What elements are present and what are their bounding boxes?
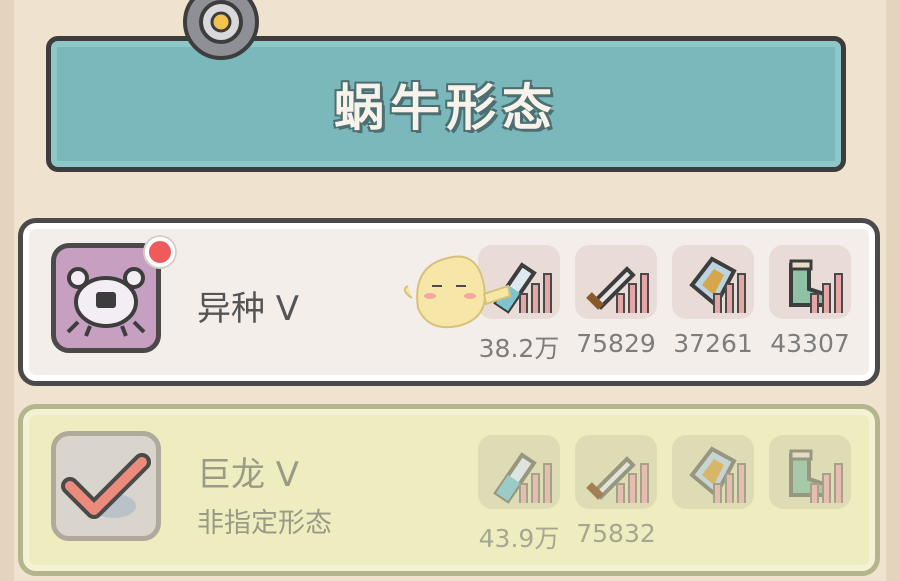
- stat-boot[interactable]: 43307: [769, 245, 851, 358]
- stat-shield[interactable]: [672, 435, 754, 519]
- form-avatar: [51, 431, 161, 541]
- stat-value: 43.9万: [478, 524, 560, 553]
- right-edge: [886, 0, 900, 581]
- stat-value: 75832: [576, 519, 656, 548]
- page-title: 蜗牛形态: [334, 79, 558, 137]
- mascot-sticker-icon: [403, 255, 512, 329]
- stat-attack-potion[interactable]: 43.9万: [478, 435, 560, 555]
- stat-sword[interactable]: 75832: [575, 435, 657, 548]
- stat-value: 75829: [576, 329, 656, 358]
- form-card-dragon[interactable]: 巨龙 V 非指定形态 43.9万 75832: [18, 404, 880, 576]
- left-edge: [0, 0, 14, 581]
- form-name: 巨龙 V: [197, 455, 300, 495]
- stat-value: 38.2万: [478, 334, 560, 363]
- form-subtitle: 非指定形态: [197, 508, 332, 539]
- notification-dot: [145, 237, 175, 267]
- stat-sword[interactable]: 75829: [575, 245, 657, 358]
- stat-shield[interactable]: 37261: [672, 245, 754, 358]
- stat-boot[interactable]: [769, 435, 851, 519]
- form-avatar: [51, 243, 161, 353]
- crab-icon: [66, 267, 146, 337]
- title-banner: 蜗牛形态: [46, 36, 846, 172]
- stat-value: 37261: [673, 329, 753, 358]
- banner-knob-icon: [183, 0, 259, 60]
- form-name: 异种 V: [197, 289, 300, 329]
- stat-value: 43307: [770, 329, 850, 358]
- checkmark-icon: [61, 453, 151, 519]
